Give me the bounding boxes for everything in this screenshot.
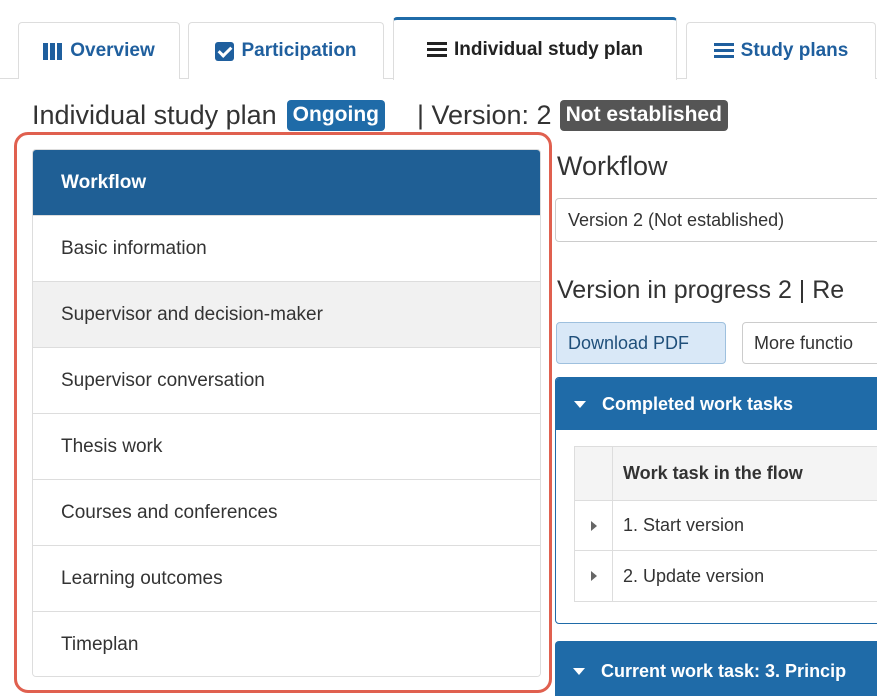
tab-label: Overview: [70, 40, 155, 61]
sidebar-item-timeplan[interactable]: Timeplan: [33, 612, 540, 676]
tab-overview[interactable]: Overview: [18, 22, 180, 79]
sidebar-item-thesis-work[interactable]: Thesis work: [33, 414, 540, 480]
caret-right-icon: [590, 571, 597, 581]
caret-down-icon: [574, 400, 586, 408]
download-pdf-button[interactable]: Download PDF: [556, 322, 726, 364]
column-header[interactable]: Work task in the flow: [613, 463, 803, 484]
tab-participation[interactable]: Participation: [188, 22, 384, 79]
table-row: 1. Start version: [575, 501, 877, 551]
table-cell: 2. Update version: [623, 565, 765, 586]
top-strip: [0, 0, 877, 8]
sidebar-item-courses-and-conferences[interactable]: Courses and conferences: [33, 480, 540, 546]
table-row: 2. Update version: [575, 551, 877, 601]
version-label: | Version: 2: [416, 99, 552, 130]
panel-title: Completed work tasks: [602, 393, 794, 414]
tab-study-plans[interactable]: Study plans: [686, 22, 876, 79]
panel-title: Current work task: 3. Princip: [601, 660, 847, 681]
expand-column-header: [575, 447, 613, 500]
tab-bar: Overview Participation Individual study …: [0, 0, 877, 80]
list-icon: [427, 42, 448, 58]
table-cell: 1. Start version: [623, 515, 745, 535]
caret-right-icon: [590, 520, 597, 531]
status-badge: Ongoing: [286, 99, 385, 131]
version-select[interactable]: Version 2 (Not established): [555, 198, 877, 242]
sidebar-item-supervisor-conversation[interactable]: Supervisor conversation: [33, 348, 540, 414]
check-square-icon: [215, 41, 235, 61]
page-header: Individual study plan Ongoing | Version:…: [32, 97, 728, 133]
sidebar-item-basic-information[interactable]: Basic information: [33, 216, 540, 282]
version-in-progress-heading: Version in progress 2 | Re: [557, 276, 845, 304]
tab-label: Participation: [241, 40, 357, 61]
sidebar-item-workflow[interactable]: Workflow: [33, 150, 540, 216]
more-functions-button[interactable]: More functio: [742, 322, 877, 364]
current-work-task-header[interactable]: Current work task: 3. Princip: [555, 641, 877, 696]
tab-label: Study plans: [740, 40, 849, 61]
tab-label: Individual study plan: [454, 39, 643, 60]
work-task-table: Work task in the flow 1. Start version 2…: [574, 446, 877, 602]
sidebar-item-learning-outcomes[interactable]: Learning outcomes: [33, 546, 540, 612]
table-header-row: Work task in the flow: [575, 447, 877, 501]
completed-work-tasks-panel: Completed work tasks Work task in the fl…: [555, 377, 877, 624]
list-icon: [713, 43, 734, 59]
section-title: Workflow: [557, 151, 668, 181]
page-title: Individual study plan: [32, 99, 277, 130]
expand-row-button[interactable]: [575, 501, 613, 550]
sidebar-item-supervisor-and-decision-maker[interactable]: Supervisor and decision-maker: [33, 282, 540, 348]
tab-individual-study-plan[interactable]: Individual study plan: [393, 17, 677, 80]
version-status-badge: Not established: [559, 99, 728, 131]
sidebar-nav: Workflow Basic information Supervisor an…: [32, 149, 541, 677]
expand-row-button[interactable]: [575, 551, 613, 601]
caret-down-icon: [573, 667, 585, 675]
map-icon: [43, 42, 63, 61]
completed-work-tasks-header[interactable]: Completed work tasks: [556, 378, 877, 430]
